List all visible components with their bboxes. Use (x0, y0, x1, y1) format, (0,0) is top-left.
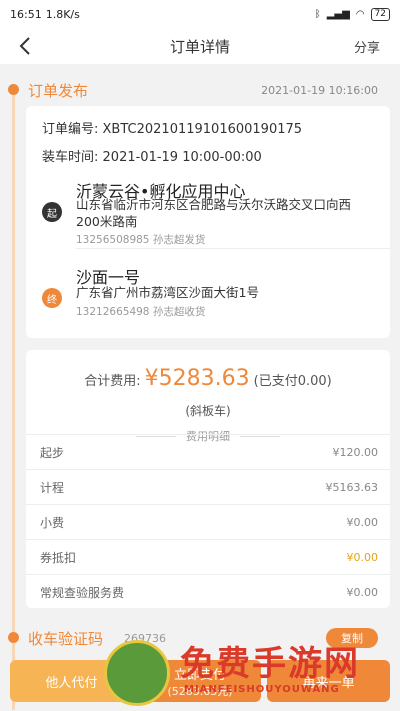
load-time: 2021-01-19 10:00-00:00 (102, 150, 262, 165)
origin-detail: 山东省临沂市河东区合肥路与沃尔沃路交叉口向西200米路南 (76, 197, 352, 229)
fee-label: 常规查验服务费 (40, 585, 125, 600)
load-time-label: 装车时间: (42, 150, 99, 165)
verify-code: 269736 (124, 632, 166, 645)
divider (76, 248, 390, 249)
share-button[interactable]: 分享 (354, 37, 380, 56)
battery-icon: 72 (370, 7, 390, 21)
origin-badge: 起 (42, 202, 62, 222)
origin-address: 起 沂蒙云谷•孵化应用中心 山东省临沂市河东区合肥路与沃尔沃路交叉口向西200米… (42, 176, 380, 256)
order-publish-time: 2021-01-19 10:16:00 (261, 84, 378, 97)
status-time: 16:51 (10, 7, 42, 21)
status-network-speed: 1.8K/s (45, 7, 80, 21)
fee-label: 小费 (40, 515, 65, 530)
destination-detail: 广东省广州市荔湾区沙面大街1号 (76, 285, 259, 300)
timeline-line (12, 90, 15, 710)
fee-label: 计程 (40, 480, 65, 495)
pay-now-amount: (5283.63元) (167, 684, 233, 698)
order-card: 订单编号: XBTC20210119101600190175 装车时间: 202… (26, 106, 390, 338)
wifi-icon: ◠ (355, 8, 365, 20)
destination-contact: 13212665498 孙志超收货 (76, 306, 206, 318)
reorder-label: 再来一单 (302, 675, 355, 691)
load-time-row: 装车时间: 2021-01-19 10:00-00:00 (42, 146, 262, 165)
destination-address: 终 沙面一号 广东省广州市荔湾区沙面大街1号 13212665498 孙志超收货 (42, 264, 380, 324)
fee-value: ¥0.00 (346, 585, 379, 599)
fee-row: 起步 ¥120.00 (26, 434, 390, 469)
total-fee-label: 合计费用: (84, 374, 141, 389)
paid-note: (已支付0.00) (253, 374, 332, 389)
order-number-row: 订单编号: XBTC20210119101600190175 (42, 118, 302, 137)
fee-card: 合计费用: ¥5283.63 (已支付0.00) (斜板车) 费用明细 起步 ¥12… (26, 350, 390, 608)
order-number: XBTC20210119101600190175 (102, 122, 303, 137)
copy-button[interactable]: 复制 (326, 628, 378, 648)
reorder-button[interactable]: 再来一单 (267, 660, 391, 702)
pay-for-other-button[interactable]: 他人代付 (10, 660, 133, 702)
pay-now-button[interactable]: 立即支付 (5283.63元) (138, 660, 262, 702)
fee-row: 券抵扣 ¥0.00 (26, 539, 390, 574)
timeline-dot (8, 632, 19, 643)
pay-now-label: 立即支付 (174, 667, 227, 683)
origin-contact: 13256508985 孙志超发货 (76, 234, 206, 246)
vehicle-type: (斜板车) (185, 404, 231, 418)
fee-row: 计程 ¥5163.63 (26, 469, 390, 504)
verify-section-title: 收车验证码 (28, 630, 104, 648)
order-number-label: 订单编号: (42, 122, 99, 137)
fee-value: ¥5163.63 (325, 480, 379, 494)
destination-badge: 终 (42, 288, 62, 308)
fee-label: 券抵扣 (40, 550, 77, 565)
fee-row: 小费 ¥0.00 (26, 504, 390, 539)
back-arrow-icon[interactable] (14, 34, 38, 58)
fee-label: 起步 (40, 445, 65, 460)
nav-bar: 订单详情 分享 (0, 28, 400, 64)
total-fee-amount: ¥5283.63 (144, 366, 250, 391)
fee-value: ¥0.00 (346, 550, 379, 564)
signal-icon: ▂▄▆ (326, 8, 350, 20)
status-bar: 16:51 1.8K/s ᛒ ▂▄▆ ◠ 72 (0, 0, 400, 28)
bluetooth-icon: ᛒ (314, 8, 321, 20)
total-fee-row: 合计费用: ¥5283.63 (已支付0.00) (26, 366, 390, 391)
fee-row: 常规查验服务费 ¥0.00 (26, 574, 390, 609)
fee-value: ¥120.00 (332, 445, 379, 459)
pay-for-other-label: 他人代付 (45, 675, 98, 691)
fee-value: ¥0.00 (346, 515, 379, 529)
bottom-action-bar: 他人代付 立即支付 (5283.63元) 再来一单 (10, 660, 391, 702)
order-section-title: 订单发布 (28, 82, 89, 100)
timeline-dot (8, 84, 19, 95)
page-title: 订单详情 (169, 37, 230, 56)
